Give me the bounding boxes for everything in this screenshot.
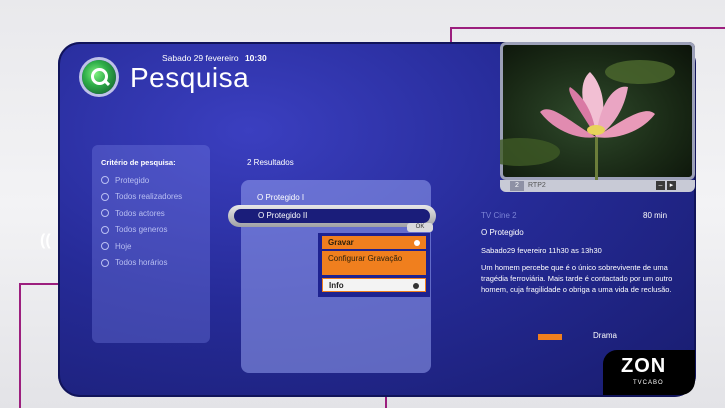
search-bullet-icon — [101, 209, 109, 218]
context-menu: Gravar Configurar Gravação Info — [318, 233, 430, 297]
criteria-item-generos[interactable]: Todos generos — [101, 222, 182, 239]
criteria-title: Critério de pesquisa: — [101, 158, 176, 167]
program-channel: TV Cine 2 — [481, 211, 517, 220]
search-bullet-icon — [101, 192, 109, 201]
zon-logo: ZON TVCABO — [603, 350, 695, 395]
results-count: 2 Resultados — [247, 158, 294, 167]
result-item[interactable]: O Protegido I — [257, 193, 304, 202]
lotus-flower-image — [500, 60, 675, 180]
genre-badge — [538, 334, 562, 340]
criteria-item-horarios[interactable]: Todos horários — [101, 255, 182, 272]
criteria-item-protegido[interactable]: Protegido — [101, 172, 182, 189]
channel-preview — [500, 42, 695, 180]
search-bullet-icon — [101, 242, 109, 251]
remote-signal-icon: (( — [40, 232, 51, 249]
search-logo-icon — [82, 60, 116, 94]
page-title: Pesquisa — [130, 62, 250, 93]
menu-item-configurar-gravacao[interactable]: Configurar Gravação — [322, 251, 426, 275]
criteria-item-realizadores[interactable]: Todos realizadores — [101, 189, 182, 206]
brand-tagline: TVCABO — [633, 380, 664, 386]
program-genre: Drama — [593, 331, 618, 340]
callout-line-top-horizontal — [452, 27, 725, 29]
search-bullet-icon — [101, 176, 109, 185]
program-duration: 80 min — [643, 211, 668, 220]
criteria-item-hoje[interactable]: Hoje — [101, 238, 182, 255]
record-dot-icon — [414, 240, 420, 246]
criteria-list: Protegido Todos realizadores Todos actor… — [101, 172, 182, 271]
menu-item-info[interactable]: Info — [322, 278, 426, 292]
search-bullet-icon — [101, 258, 109, 267]
ok-button-hint: OK — [407, 223, 433, 232]
callout-line-left-vertical — [19, 283, 21, 408]
program-schedule: Sabado29 fevereiro 11h30 as 13h30 — [481, 246, 602, 255]
channel-name: RTP2 — [528, 182, 546, 189]
search-bullet-icon — [101, 225, 109, 234]
program-description: Um homem percebe que é o único sobrevive… — [481, 263, 673, 294]
result-item-selected[interactable]: O Protegido II — [228, 205, 436, 227]
channel-prev-icon[interactable]: – — [656, 181, 665, 190]
channel-next-icon[interactable]: ▸ — [667, 181, 676, 190]
channel-nav: – ▸ — [654, 181, 676, 190]
criteria-item-actores[interactable]: Todos actores — [101, 205, 182, 222]
info-dot-icon — [413, 283, 419, 289]
brand-name: ZON — [621, 355, 667, 377]
program-title: O Protegido — [481, 228, 524, 237]
menu-item-gravar[interactable]: Gravar — [322, 236, 426, 249]
channel-number: 2 — [510, 181, 524, 191]
